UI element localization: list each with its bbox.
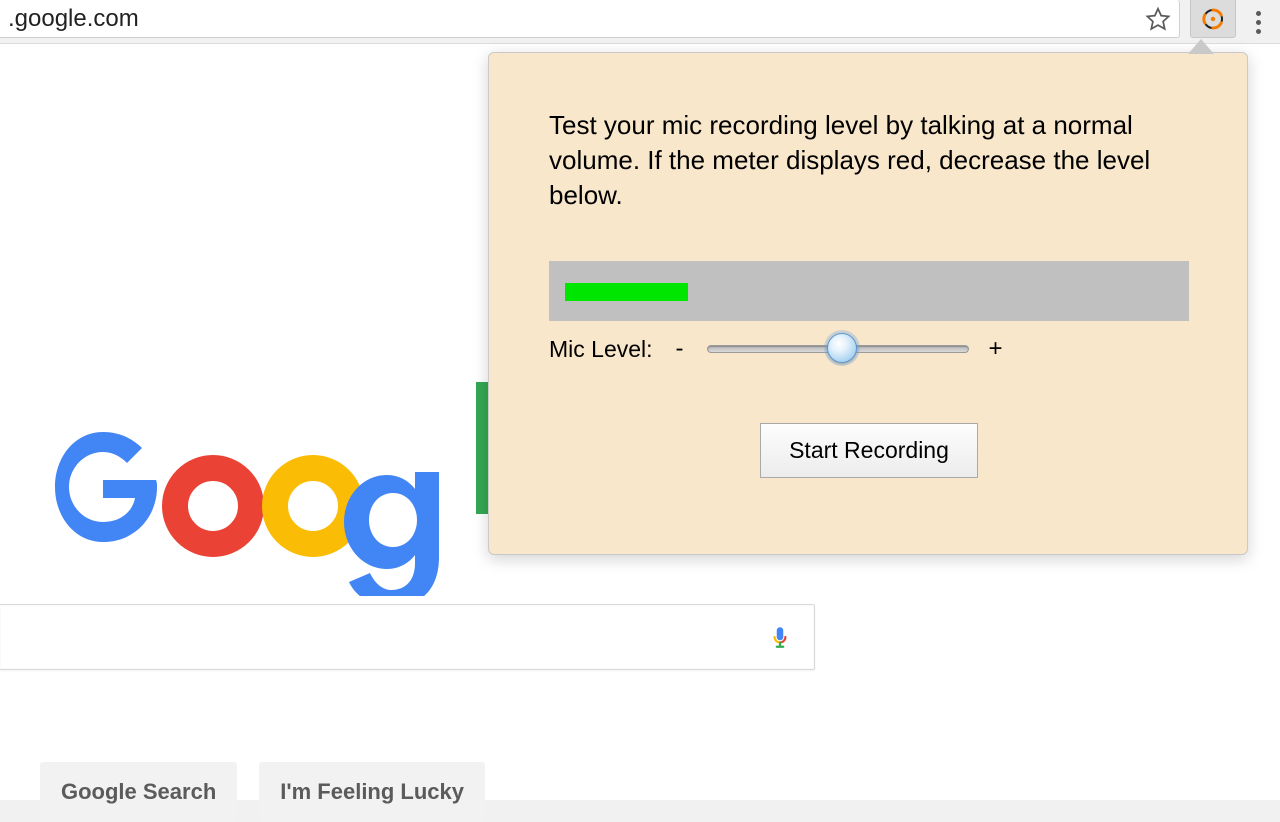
search-buttons-row: Google Search I'm Feeling Lucky — [40, 762, 485, 822]
search-box[interactable] — [0, 604, 815, 670]
mic-level-row: Mic Level: - + — [549, 335, 1189, 363]
extension-popup: Test your mic recording level by talking… — [488, 52, 1248, 555]
browser-menu-button[interactable] — [1236, 0, 1280, 44]
address-text: .google.com — [8, 5, 1137, 33]
mic-level-meter — [549, 261, 1189, 321]
mic-level-plus: + — [989, 335, 1003, 363]
feeling-lucky-button[interactable]: I'm Feeling Lucky — [259, 762, 485, 822]
mic-level-meter-fill — [565, 283, 688, 301]
popup-arrow — [1189, 40, 1213, 54]
bookmark-star-icon[interactable] — [1145, 6, 1171, 32]
extension-button[interactable] — [1190, 0, 1236, 38]
mic-level-slider[interactable] — [707, 335, 969, 363]
browser-toolbar: .google.com — [0, 0, 1280, 44]
voice-search-icon[interactable] — [766, 623, 794, 651]
mic-level-minus: - — [673, 335, 687, 363]
google-search-button[interactable]: Google Search — [40, 762, 237, 822]
mic-level-label: Mic Level: — [549, 336, 653, 363]
popup-instructions: Test your mic recording level by talking… — [549, 108, 1189, 213]
google-logo — [55, 386, 495, 596]
extension-target-icon — [1201, 7, 1225, 31]
address-bar[interactable]: .google.com — [0, 0, 1180, 38]
kebab-menu-icon — [1256, 11, 1261, 34]
search-input[interactable] — [0, 605, 766, 669]
slider-thumb[interactable] — [827, 333, 857, 363]
start-recording-button[interactable]: Start Recording — [760, 423, 978, 478]
